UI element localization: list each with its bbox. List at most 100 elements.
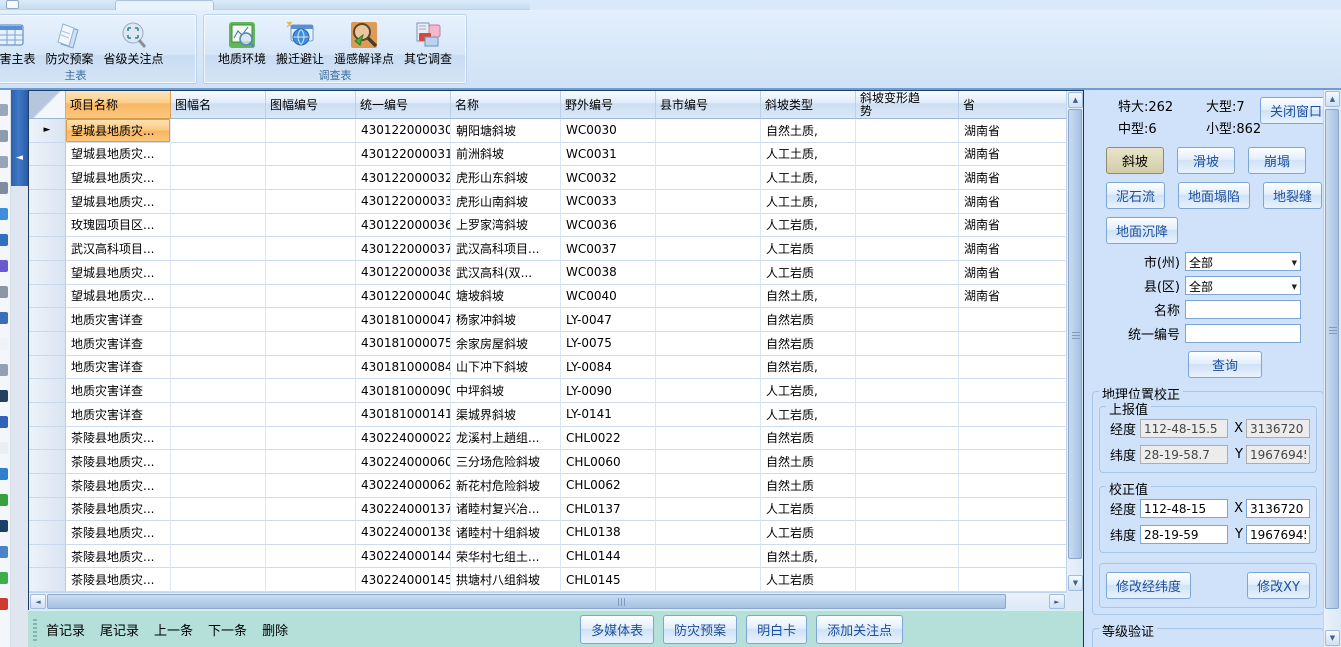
close-window-button[interactable]: 关闭窗口 bbox=[1260, 97, 1332, 124]
grid-cell[interactable]: 人工岩质 bbox=[761, 498, 856, 522]
grid-cell[interactable]: 430224000022 bbox=[356, 427, 451, 451]
grid-cell[interactable]: 杨家冲斜坡 bbox=[451, 308, 561, 332]
grid-cell[interactable] bbox=[171, 261, 266, 285]
row-selector[interactable] bbox=[29, 190, 66, 214]
grid-cell[interactable] bbox=[266, 427, 356, 451]
grid-cell[interactable]: 人工岩质 bbox=[761, 521, 856, 545]
row-selector[interactable] bbox=[29, 237, 66, 261]
grid-cell[interactable]: 430224000138 bbox=[356, 521, 451, 545]
table-row[interactable]: 望城县地质灾...430122000032虎形山东斜坡WC0032人工土质,湖南… bbox=[29, 166, 1066, 190]
grid-cell[interactable]: 自然岩质 bbox=[761, 427, 856, 451]
column-header[interactable]: 野外编号 bbox=[561, 91, 656, 119]
grid-cell[interactable]: 武汉高科(双... bbox=[451, 261, 561, 285]
tool-icon[interactable] bbox=[0, 364, 8, 376]
category-button[interactable]: 地裂缝 bbox=[1263, 182, 1322, 209]
grid-cell[interactable]: 中坪斜坡 bbox=[451, 379, 561, 403]
tool-icon[interactable] bbox=[0, 130, 8, 142]
row-selector[interactable] bbox=[29, 450, 66, 474]
grid-cell[interactable]: 玫瑰园项目区... bbox=[66, 214, 171, 238]
grid-cell[interactable]: WC0036 bbox=[561, 214, 656, 238]
grid-cell[interactable]: 茶陵县地质灾... bbox=[66, 498, 171, 522]
corrected-latitude-input[interactable] bbox=[1140, 525, 1228, 544]
grid-cell[interactable]: CHL0138 bbox=[561, 521, 656, 545]
grid-cell[interactable] bbox=[856, 190, 959, 214]
grid-cell[interactable]: CHL0060 bbox=[561, 450, 656, 474]
ribbon-tab[interactable] bbox=[115, 0, 214, 10]
row-selector[interactable] bbox=[29, 521, 66, 545]
grid-cell[interactable] bbox=[959, 521, 1066, 545]
grid-cell[interactable] bbox=[959, 403, 1066, 427]
grid-cell[interactable] bbox=[266, 521, 356, 545]
row-selector[interactable] bbox=[29, 356, 66, 380]
grid-cell[interactable] bbox=[656, 356, 761, 380]
grid-cell[interactable] bbox=[171, 356, 266, 380]
record-action-button[interactable]: 添加关注点 bbox=[816, 615, 903, 644]
grid-cell[interactable] bbox=[171, 119, 266, 143]
grid-cell[interactable] bbox=[266, 474, 356, 498]
tool-icon[interactable] bbox=[0, 104, 8, 116]
grid-cell[interactable]: 虎形山南斜坡 bbox=[451, 190, 561, 214]
row-selector[interactable] bbox=[29, 143, 66, 167]
grid-cell[interactable]: 430181000047 bbox=[356, 308, 451, 332]
collapse-splitter[interactable]: ◄ bbox=[11, 90, 28, 186]
grid-cell[interactable] bbox=[656, 308, 761, 332]
grid-cell[interactable] bbox=[656, 379, 761, 403]
row-selector[interactable] bbox=[29, 403, 66, 427]
record-nav-item[interactable]: 下一条 bbox=[208, 620, 247, 639]
grid-cell[interactable] bbox=[959, 474, 1066, 498]
grid-cell[interactable] bbox=[856, 521, 959, 545]
table-row[interactable]: 望城县地质灾...430122000040塘坡斜坡WC0040自然土质,湖南省 bbox=[29, 285, 1066, 309]
grid-cell[interactable] bbox=[171, 237, 266, 261]
grid-cell[interactable]: 人工土质, bbox=[761, 143, 856, 167]
grid-cell[interactable]: 人工岩质, bbox=[761, 214, 856, 238]
grid-cell[interactable] bbox=[171, 450, 266, 474]
column-header[interactable]: 图幅编号 bbox=[266, 91, 356, 119]
tool-icon[interactable] bbox=[0, 260, 8, 272]
grid-cell[interactable]: 人工岩质 bbox=[761, 261, 856, 285]
grid-cell[interactable] bbox=[171, 498, 266, 522]
table-row[interactable]: 茶陵县地质灾...430224000145拱塘村八组斜坡CHL0145人工岩质 bbox=[29, 568, 1066, 592]
grid-cell[interactable]: 自然土质, bbox=[761, 545, 856, 569]
record-nav-item[interactable]: 删除 bbox=[262, 620, 288, 639]
county-select[interactable]: 全部 ▼ bbox=[1185, 276, 1301, 295]
grid-cell[interactable]: 430224000062 bbox=[356, 474, 451, 498]
table-row[interactable]: 望城县地质灾...430122000033虎形山南斜坡WC0033人工土质,湖南… bbox=[29, 190, 1066, 214]
grid-cell[interactable]: WC0030 bbox=[561, 119, 656, 143]
table-row[interactable]: 玫瑰园项目区...430122000036上罗家湾斜坡WC0036人工岩质,湖南… bbox=[29, 214, 1066, 238]
grid-cell[interactable] bbox=[266, 568, 356, 592]
grid-cell[interactable]: 虎形山东斜坡 bbox=[451, 166, 561, 190]
record-action-button[interactable]: 多媒体表 bbox=[580, 615, 654, 644]
grid-cell[interactable]: 湖南省 bbox=[959, 214, 1066, 238]
row-selector[interactable] bbox=[29, 308, 66, 332]
corrected-longitude-input[interactable] bbox=[1140, 499, 1228, 518]
column-header[interactable]: 省 bbox=[959, 91, 1066, 119]
grid-cell[interactable] bbox=[266, 308, 356, 332]
grid-cell[interactable]: WC0040 bbox=[561, 285, 656, 309]
remote-sensing-button[interactable]: 遥感解译点 bbox=[329, 17, 399, 67]
grid-cell[interactable]: 地质灾害详查 bbox=[66, 332, 171, 356]
tool-icon[interactable] bbox=[0, 416, 8, 428]
tool-icon[interactable] bbox=[0, 546, 8, 558]
scroll-up-button[interactable]: ▲ bbox=[1325, 91, 1340, 107]
grid-cell[interactable]: 430122000030 bbox=[356, 119, 451, 143]
grid-cell[interactable]: 诸睦村复兴冶... bbox=[451, 498, 561, 522]
grid-cell[interactable]: 新花村危险斜坡 bbox=[451, 474, 561, 498]
grid-cell[interactable] bbox=[856, 285, 959, 309]
grid-cell[interactable] bbox=[656, 403, 761, 427]
grid-cell[interactable] bbox=[856, 166, 959, 190]
grid-cell[interactable] bbox=[959, 356, 1066, 380]
grid-cell[interactable]: 望城县地质灾... bbox=[66, 285, 171, 309]
grid-cell[interactable] bbox=[656, 143, 761, 167]
scrollbar-thumb[interactable] bbox=[1325, 109, 1339, 609]
table-row[interactable]: 地质灾害详查430181000047杨家冲斜坡LY-0047自然岩质 bbox=[29, 308, 1066, 332]
grid-cell[interactable] bbox=[856, 450, 959, 474]
toolbar-grip[interactable] bbox=[33, 617, 37, 641]
grid-cell[interactable] bbox=[171, 521, 266, 545]
grid-cell[interactable]: LY-0047 bbox=[561, 308, 656, 332]
grid-cell[interactable]: 人工岩质, bbox=[761, 379, 856, 403]
grid-cell[interactable]: LY-0075 bbox=[561, 332, 656, 356]
grid-cell[interactable]: CHL0062 bbox=[561, 474, 656, 498]
tool-icon[interactable] bbox=[0, 234, 8, 246]
grid-cell[interactable]: 诸睦村十组斜坡 bbox=[451, 521, 561, 545]
grid-cell[interactable] bbox=[656, 119, 761, 143]
